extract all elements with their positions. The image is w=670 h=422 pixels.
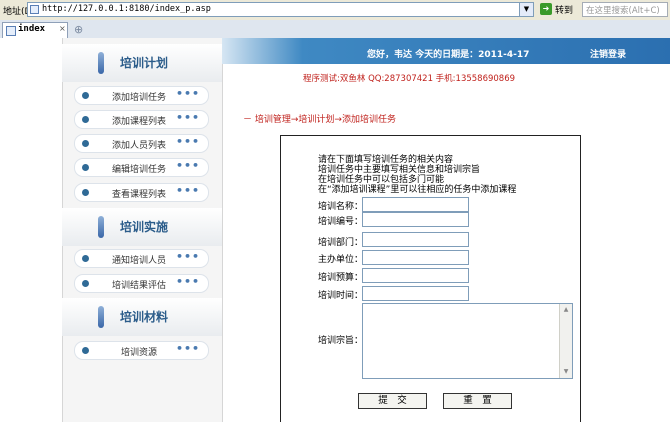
section-title: 培训材料 xyxy=(120,310,169,324)
program-info: 程序测试:双鱼林 QQ:287307421 手机:13558690869 xyxy=(303,74,516,84)
go-label: 转到 xyxy=(555,6,574,16)
go-button[interactable]: ➜ 转到 xyxy=(540,2,578,17)
sidebar-item-add-training-task[interactable]: 添加培训任务 ••• xyxy=(74,86,209,105)
sidebar-item-label: 添加培训任务 xyxy=(112,93,167,103)
section-bar-icon xyxy=(98,216,104,238)
sidebar-item-label: 培训结果评估 xyxy=(112,281,167,291)
more-dots-icon: ••• xyxy=(176,275,201,288)
tab-bar: index × ⊕ xyxy=(0,20,670,39)
url-field[interactable]: http://127.0.0.1:8180/index_p.asp xyxy=(27,2,527,17)
bullet-icon xyxy=(82,92,89,99)
training-department-input[interactable] xyxy=(362,232,469,247)
search-placeholder: 在这里搜索(Alt+C) xyxy=(586,6,660,16)
more-dots-icon: ••• xyxy=(176,135,201,148)
more-dots-icon: ••• xyxy=(176,87,201,100)
sidebar-item-label: 培训资源 xyxy=(121,348,158,358)
bullet-icon xyxy=(82,116,89,123)
greeting-text: 您好，韦达 今天的日期是：2011-4-17 xyxy=(367,50,530,60)
bullet-icon xyxy=(82,164,89,171)
training-number-input[interactable] xyxy=(362,212,469,227)
reset-button[interactable]: 重 置 xyxy=(443,393,512,409)
close-icon[interactable]: × xyxy=(59,24,66,33)
field-label: 培训编号： xyxy=(318,217,364,227)
section-bar-icon xyxy=(98,306,104,328)
breadcrumb: － 培训管理→培训计划→添加培训任务 xyxy=(243,115,396,125)
scroll-up-icon[interactable]: ▲ xyxy=(561,305,571,315)
scrollbar[interactable]: ▲ ▼ xyxy=(559,304,572,378)
field-label: 培训宗旨： xyxy=(318,336,364,346)
search-input[interactable]: 在这里搜索(Alt+C) xyxy=(582,2,668,17)
sidebar-item-label: 编辑培训任务 xyxy=(112,165,167,175)
sidebar-item-evaluate-results[interactable]: 培训结果评估 ••• xyxy=(74,274,209,293)
more-dots-icon: ••• xyxy=(176,184,201,197)
bullet-icon xyxy=(82,140,89,147)
training-name-input[interactable] xyxy=(362,197,469,212)
sidebar-section-header: 培训计划 xyxy=(62,44,222,82)
sidebar-item-training-resources[interactable]: 培训资源 ••• xyxy=(74,341,209,360)
section-bar-icon xyxy=(98,52,104,74)
sidebar-item-label: 查看课程列表 xyxy=(112,190,167,200)
go-arrow-icon: ➜ xyxy=(540,3,552,15)
more-dots-icon: ••• xyxy=(176,159,201,172)
training-budget-input[interactable] xyxy=(362,268,469,283)
tab-label: index xyxy=(18,24,46,34)
address-bar: 地址(D) http://127.0.0.1:8180/index_p.asp … xyxy=(0,0,670,21)
more-dots-icon: ••• xyxy=(176,111,201,124)
intro-line: 在“添加培训课程”里可以往相应的任务中添加课程 xyxy=(318,185,517,195)
field-label: 培训部门： xyxy=(318,238,364,248)
submit-button[interactable]: 提 交 xyxy=(358,393,427,409)
page-icon xyxy=(6,26,16,36)
chevron-down-icon[interactable]: ▼ xyxy=(519,2,534,17)
page-icon xyxy=(30,5,39,14)
bullet-icon xyxy=(82,255,89,262)
training-purpose-textarea[interactable]: ▲ ▼ xyxy=(362,303,573,379)
sidebar-item-add-course-list[interactable]: 添加课程列表 ••• xyxy=(74,110,209,129)
tab-index[interactable]: index × xyxy=(2,22,68,38)
field-label: 主办单位： xyxy=(318,255,364,265)
more-dots-icon: ••• xyxy=(176,342,201,355)
training-time-input[interactable] xyxy=(362,286,469,301)
host-unit-input[interactable] xyxy=(362,250,469,265)
sidebar-item-edit-training-task[interactable]: 编辑培训任务 ••• xyxy=(74,158,209,177)
field-label: 培训名称： xyxy=(318,202,364,212)
more-dots-icon: ••• xyxy=(176,250,201,263)
sidebar-section-header: 培训实施 xyxy=(62,208,222,246)
sidebar-item-label: 通知培训人员 xyxy=(112,256,167,266)
sidebar-item-label: 添加课程列表 xyxy=(112,117,167,127)
new-tab-icon[interactable]: ⊕ xyxy=(74,23,83,36)
bullet-icon xyxy=(82,280,89,287)
url-text: http://127.0.0.1:8180/index_p.asp xyxy=(42,4,211,14)
sidebar-item-add-person-list[interactable]: 添加人员列表 ••• xyxy=(74,134,209,153)
section-title: 培训实施 xyxy=(120,220,169,234)
sidebar-item-notify-trainees[interactable]: 通知培训人员 ••• xyxy=(74,249,209,268)
field-label: 培训时间： xyxy=(318,291,364,301)
bullet-icon xyxy=(82,347,89,354)
logout-link[interactable]: 注销登录 xyxy=(590,47,626,60)
section-title: 培训计划 xyxy=(120,56,169,70)
field-label: 培训预算： xyxy=(318,273,364,283)
sidebar-item-label: 添加人员列表 xyxy=(112,141,167,151)
sidebar-item-view-course-list[interactable]: 查看课程列表 ••• xyxy=(74,183,209,202)
bullet-icon xyxy=(82,189,89,196)
scroll-down-icon[interactable]: ▼ xyxy=(561,367,571,377)
sidebar-section-header: 培训材料 xyxy=(62,298,222,336)
